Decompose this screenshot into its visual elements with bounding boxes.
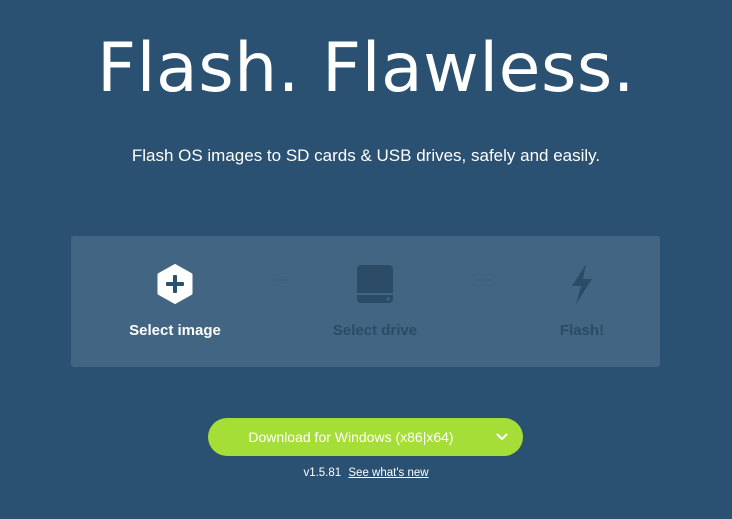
step-flash: Flash! bbox=[512, 236, 652, 367]
step-label-flash: Flash! bbox=[559, 322, 605, 339]
download-button[interactable]: Download for Windows (x86|x64) bbox=[208, 418, 523, 456]
hard-drive-icon bbox=[355, 264, 395, 304]
lightning-bolt-icon bbox=[562, 264, 602, 304]
hero-title: Flash. Flawless. bbox=[97, 29, 635, 108]
version-number: v1.5.81 bbox=[303, 467, 342, 479]
app-preview-panel: Select image Select drive Flash! bbox=[71, 236, 660, 367]
page: Flash. Flawless. Flash OS images to SD c… bbox=[0, 0, 732, 519]
whats-new-link[interactable]: See what's new bbox=[348, 467, 428, 479]
plus-hexagon-icon[interactable] bbox=[155, 264, 195, 304]
step-select-image[interactable]: Select image bbox=[105, 236, 245, 367]
chevron-down-icon[interactable] bbox=[495, 430, 509, 444]
step-label-select-drive: Select drive bbox=[332, 322, 418, 339]
step-select-drive: Select drive bbox=[305, 236, 445, 367]
download-button-label[interactable]: Download for Windows (x86|x64) bbox=[208, 418, 494, 456]
step-label-select-image[interactable]: Select image bbox=[105, 322, 245, 340]
version-row: v1.5.81 See what's new bbox=[0, 465, 732, 481]
hero-subtitle: Flash OS images to SD cards & USB drives… bbox=[131, 146, 601, 165]
